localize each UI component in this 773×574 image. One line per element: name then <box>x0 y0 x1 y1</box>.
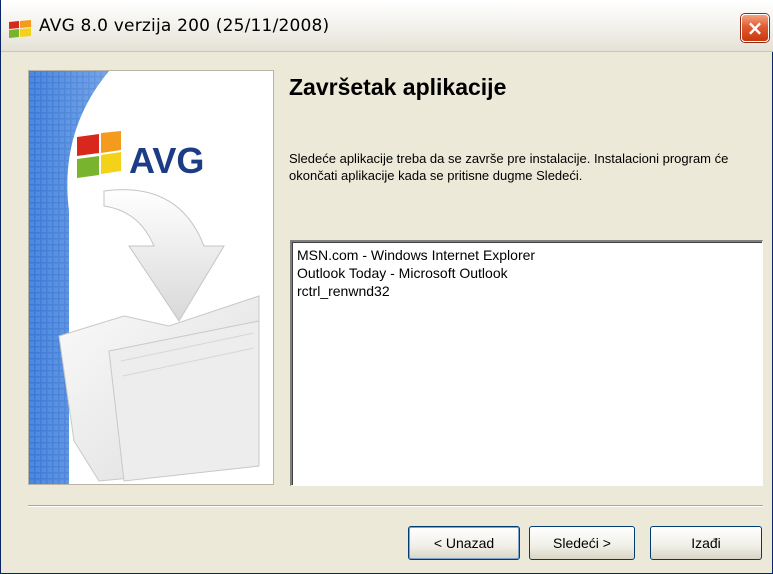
list-item[interactable]: MSN.com - Windows Internet Explorer <box>297 246 757 264</box>
avg-logo-text: AVG <box>129 140 204 181</box>
running-applications-list[interactable]: MSN.com - Windows Internet Explorer Outl… <box>290 240 763 486</box>
close-icon: × <box>746 16 764 40</box>
page-title: Završetak aplikacije <box>289 74 507 100</box>
back-button[interactable]: < Unazad <box>408 526 520 560</box>
exit-button[interactable]: Izađi <box>650 526 762 560</box>
avg-app-icon <box>9 20 31 38</box>
title-bar[interactable]: AVG 8.0 verzija 200 (25/11/2008) × <box>1 0 773 52</box>
side-banner: AVG <box>28 70 274 485</box>
installer-window: AVG 8.0 verzija 200 (25/11/2008) × AVG Z… <box>0 0 773 574</box>
banner-artwork: AVG <box>29 71 273 484</box>
footer-divider <box>28 505 763 507</box>
window-title: AVG 8.0 verzija 200 (25/11/2008) <box>39 16 330 36</box>
next-button[interactable]: Sledeći > <box>529 526 635 560</box>
instructions-text: Sledeće aplikacije treba da se završe pr… <box>289 151 729 183</box>
list-item[interactable]: Outlook Today - Microsoft Outlook <box>297 264 757 282</box>
list-item[interactable]: rctrl_renwnd32 <box>297 282 757 300</box>
close-button[interactable]: × <box>741 14 769 42</box>
